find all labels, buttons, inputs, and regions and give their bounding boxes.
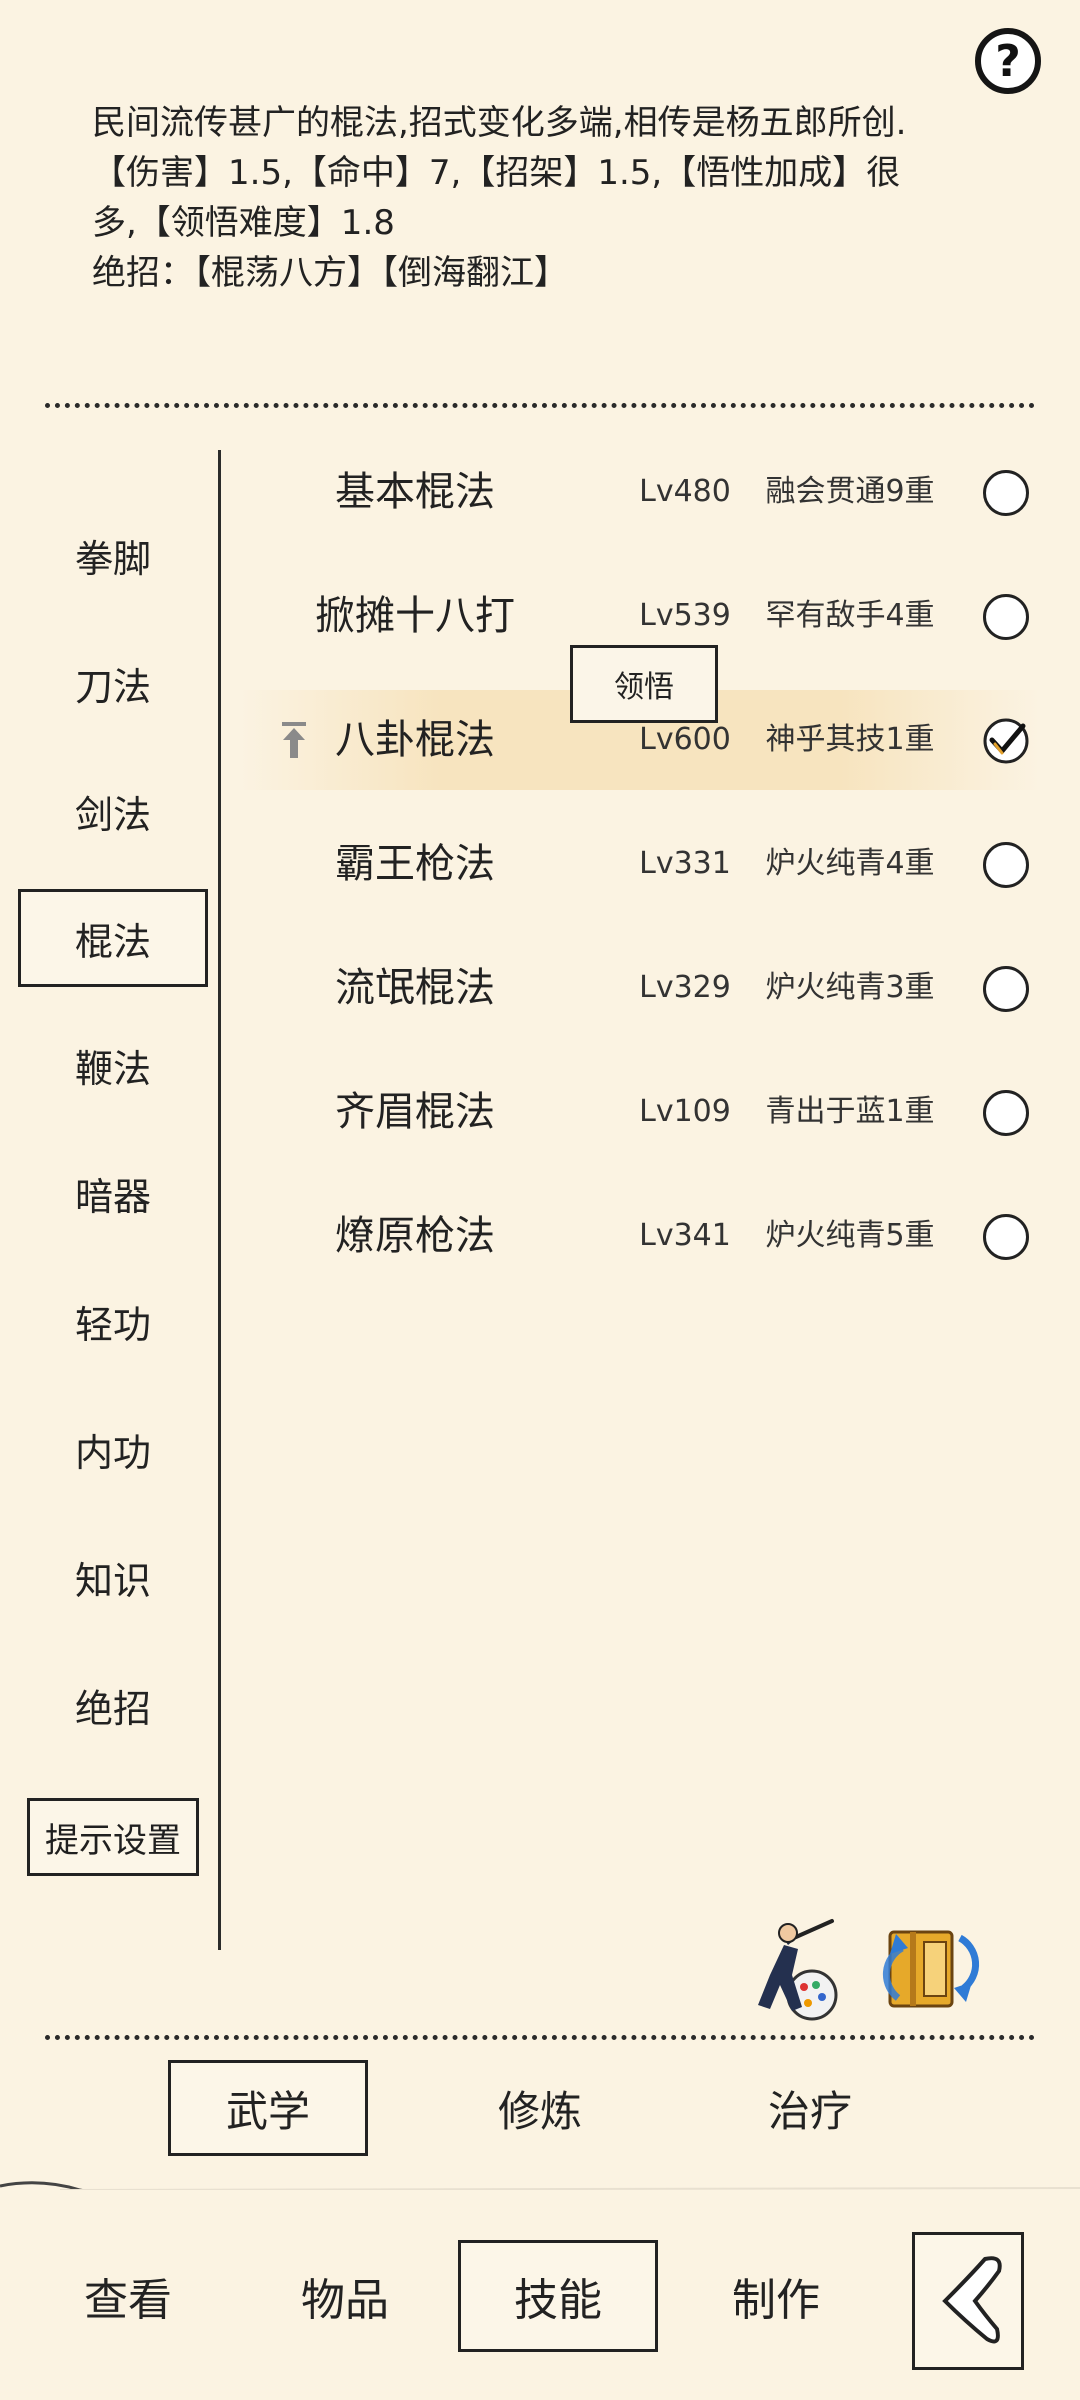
back-arrow-icon xyxy=(942,2256,1002,2344)
skill-select-radio[interactable] xyxy=(983,594,1029,640)
description-line: 【伤害】1.5,【命中】7,【招架】1.5,【悟性加成】很 xyxy=(92,153,901,193)
description-line: 民间流传甚广的棍法,招式变化多端,相传是杨五郎所创. xyxy=(92,103,907,143)
skill-rank: 神乎其技1重 xyxy=(765,722,935,757)
skill-select-radio[interactable] xyxy=(983,842,1029,888)
skill-rank: 罕有敌手4重 xyxy=(765,598,935,633)
skill-rank: 炉火纯青3重 xyxy=(765,970,935,1005)
category-quanjiao[interactable]: 拳脚 xyxy=(18,524,208,586)
category-gunfa[interactable]: 棍法 xyxy=(18,889,208,987)
book-swap-icon[interactable] xyxy=(880,1918,980,2018)
checkmark-icon[interactable] xyxy=(983,718,1029,764)
skill-name: 燎原枪法 xyxy=(335,1213,495,1259)
skill-row[interactable]: 燎原枪法 Lv341 炉火纯青5重 xyxy=(240,1186,1040,1286)
tab-xiulian[interactable]: 修炼 xyxy=(440,2060,640,2156)
category-divider xyxy=(218,450,221,1950)
category-daofa[interactable]: 刀法 xyxy=(18,652,208,714)
skill-rank: 融会贯通9重 xyxy=(765,474,935,509)
tab-wuxue[interactable]: 武学 xyxy=(168,2060,368,2156)
skill-select-radio[interactable] xyxy=(983,966,1029,1012)
description-line: 绝招：【棍荡八方】【倒海翻江】 xyxy=(92,253,568,293)
skill-row[interactable]: 霸王枪法 Lv331 炉火纯青4重 xyxy=(240,814,1040,914)
help-icon: ? xyxy=(995,35,1021,87)
nav-view[interactable]: 查看 xyxy=(28,2240,228,2352)
skill-name: 基本棍法 xyxy=(335,469,495,515)
top-divider xyxy=(45,403,1035,408)
skill-row[interactable]: 流氓棍法 Lv329 炉火纯青3重 xyxy=(240,938,1040,1038)
skill-select-radio[interactable] xyxy=(983,470,1029,516)
comprehend-button[interactable]: 领悟 xyxy=(570,645,718,723)
category-jianfa[interactable]: 剑法 xyxy=(18,780,208,842)
skill-name: 流氓棍法 xyxy=(335,965,495,1011)
nav-items[interactable]: 物品 xyxy=(245,2240,445,2352)
skill-name: 齐眉棍法 xyxy=(335,1089,495,1135)
skill-rank: 炉火纯青4重 xyxy=(765,846,935,881)
nav-skills[interactable]: 技能 xyxy=(458,2240,658,2352)
category-juezhao[interactable]: 绝招 xyxy=(18,1674,208,1736)
category-zhishi[interactable]: 知识 xyxy=(18,1546,208,1608)
skill-name: 八卦棍法 xyxy=(335,717,495,763)
skill-rank: 青出于蓝1重 xyxy=(765,1094,935,1129)
description-line: 多,【领悟难度】1.8 xyxy=(92,203,395,243)
category-neigong[interactable]: 内功 xyxy=(18,1418,208,1480)
hint-settings-button[interactable]: 提示设置 xyxy=(27,1798,199,1876)
back-button[interactable] xyxy=(912,2232,1024,2370)
skill-row[interactable]: 基本棍法 Lv480 融会贯通9重 xyxy=(240,442,1040,542)
category-qinggong[interactable]: 轻功 xyxy=(18,1290,208,1352)
help-button[interactable]: ? xyxy=(975,28,1041,94)
ninja-skin-icon[interactable] xyxy=(740,1915,840,2025)
skill-description: 民间流传甚广的棍法,招式变化多端,相传是杨五郎所创. 【伤害】1.5,【命中】7… xyxy=(92,98,992,298)
middle-divider xyxy=(45,2035,1035,2040)
category-anqi[interactable]: 暗器 xyxy=(18,1162,208,1224)
skill-select-radio[interactable] xyxy=(983,1090,1029,1136)
skill-select-radio[interactable] xyxy=(983,1214,1029,1260)
category-bianfa[interactable]: 鞭法 xyxy=(18,1034,208,1096)
skill-rank: 炉火纯青5重 xyxy=(765,1218,935,1253)
skill-row[interactable]: 齐眉棍法 Lv109 青出于蓝1重 xyxy=(240,1062,1040,1162)
skill-name: 霸王枪法 xyxy=(335,841,495,887)
skill-name: 掀摊十八打 xyxy=(315,593,515,639)
tab-zhiliao[interactable]: 治疗 xyxy=(710,2060,910,2156)
nav-craft[interactable]: 制作 xyxy=(676,2240,876,2352)
